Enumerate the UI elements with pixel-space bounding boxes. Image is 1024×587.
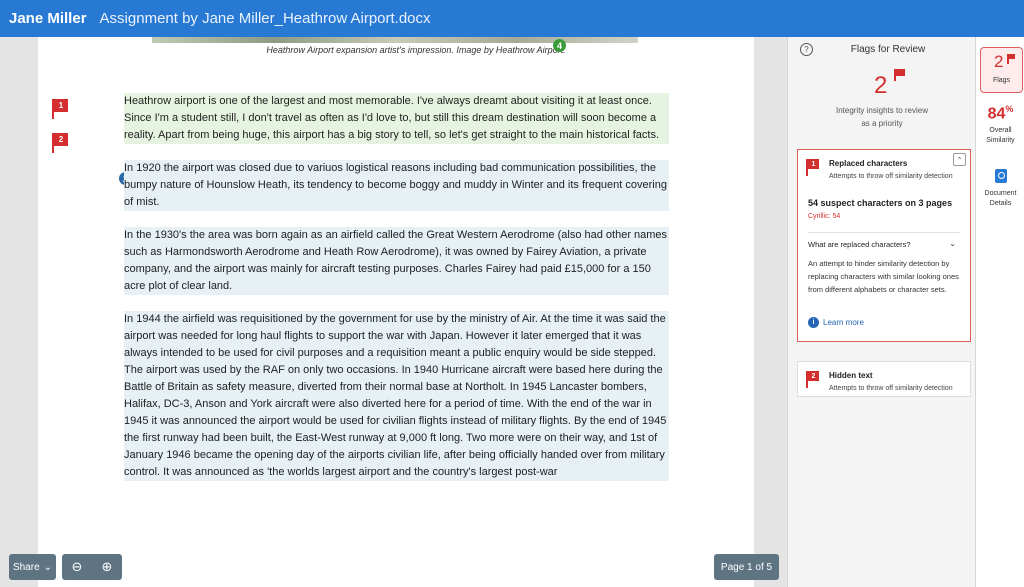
similarity-label-2: Similarity (986, 137, 1015, 145)
paragraph-4: In 1944 the airfield was requisitioned b… (124, 311, 669, 481)
author-name: Jane Miller (9, 10, 87, 27)
learn-more-label: Learn more (823, 318, 864, 327)
green-number-badge[interactable]: 4 (553, 39, 566, 52)
card-number: 1 (808, 159, 819, 169)
panel-title: Flags for Review (850, 44, 926, 55)
cyrillic-count: Cyrillic: 54 (808, 213, 841, 220)
chevron-up-icon[interactable]: ⌃ (953, 153, 966, 166)
card-number: 2 (808, 371, 819, 381)
top-bar: Jane Miller Assignment by Jane Miller_He… (0, 0, 1024, 37)
flag-marker-number: 1 (54, 99, 68, 112)
document-viewer[interactable]: Heathrow Airport expansion artist's impr… (0, 37, 787, 587)
similarity-rail-button[interactable]: 84% Overall Similarity (976, 104, 1024, 146)
zoom-out-icon[interactable]: ⊖ (72, 559, 83, 575)
share-button[interactable]: Share ⌄ (9, 554, 56, 580)
similarity-percent: 84% (976, 104, 1024, 123)
rail-flags-label: Flags (992, 77, 1011, 84)
card-subtitle: Attempts to throw off similarity detecti… (829, 173, 953, 180)
flags-count: 2 (874, 72, 888, 99)
image-caption: Heathrow Airport expansion artist's impr… (266, 45, 566, 55)
zoom-controls: ⊖ ⊕ (62, 554, 122, 580)
paragraph-3: In the 1930's the area was born again as… (124, 227, 669, 295)
card-title: Hidden text (829, 371, 873, 380)
similarity-label-1: Overall (989, 127, 1012, 135)
flag-marker-2[interactable]: 2 (52, 133, 69, 153)
info-icon: i (808, 317, 819, 328)
integrity-text: Integrity insights to review as a priori… (788, 104, 976, 130)
share-label: Share (12, 561, 40, 573)
similarity-label: Overall Similarity (976, 126, 1024, 146)
flag-icon (1007, 54, 1015, 64)
flag-icon: 1 (806, 159, 820, 176)
flag-marker-number: 2 (54, 133, 68, 146)
flag-card-replaced-characters[interactable]: 1 Replaced characters Attempts to throw … (797, 149, 971, 342)
document-page: Heathrow Airport expansion artist's impr… (38, 37, 754, 587)
document-search-icon (994, 169, 1007, 183)
page-indicator: Page 1 of 5 (714, 554, 779, 580)
flags-rail-button[interactable]: 2 Flags (980, 47, 1023, 93)
right-rail: 2 Flags 84% Overall Similarity Document … (975, 37, 1024, 587)
paragraph-2: In 1920 the airport was closed due to va… (124, 160, 669, 211)
flag-card-hidden-text[interactable]: 2 Hidden text Attempts to throw off simi… (797, 361, 971, 397)
percent-sign: % (1005, 104, 1014, 114)
flags-panel: ? Flags for Review 2 Integrity insights … (787, 37, 975, 587)
rail-flags-count: 2 (994, 52, 1004, 71)
what-question[interactable]: What are replaced characters? (808, 240, 911, 249)
chevron-down-icon[interactable]: ⌄ (949, 239, 956, 248)
integrity-line-1: Integrity insights to review (835, 106, 929, 115)
learn-more-link[interactable]: i Learn more (808, 317, 864, 328)
explanation-text: An attempt to hinder similarity detectio… (808, 259, 959, 294)
document-body: Heathrow airport is one of the largest a… (124, 93, 669, 497)
divider (808, 232, 960, 233)
details-label-1: Document (984, 190, 1017, 197)
card-subtitle: Attempts to throw off similarity detecti… (829, 385, 953, 392)
details-label: Document Details (976, 189, 1024, 209)
integrity-line-2: as a priority (861, 119, 903, 128)
document-details-button[interactable]: Document Details (976, 169, 1024, 209)
flag-icon (894, 69, 906, 81)
similarity-value: 84 (987, 105, 1006, 123)
document-title: Assignment by Jane Miller_Heathrow Airpo… (99, 10, 431, 27)
paragraph-1: Heathrow airport is one of the largest a… (124, 93, 669, 144)
chevron-down-icon: ⌄ (43, 561, 53, 573)
details-label-2: Details (989, 200, 1012, 207)
suspect-count: 54 suspect characters on 3 pages (808, 198, 953, 208)
flag-icon: 2 (806, 371, 820, 388)
card-title: Replaced characters (829, 159, 908, 168)
flag-marker-1[interactable]: 1 (52, 99, 69, 119)
zoom-in-icon[interactable]: ⊕ (102, 559, 113, 575)
